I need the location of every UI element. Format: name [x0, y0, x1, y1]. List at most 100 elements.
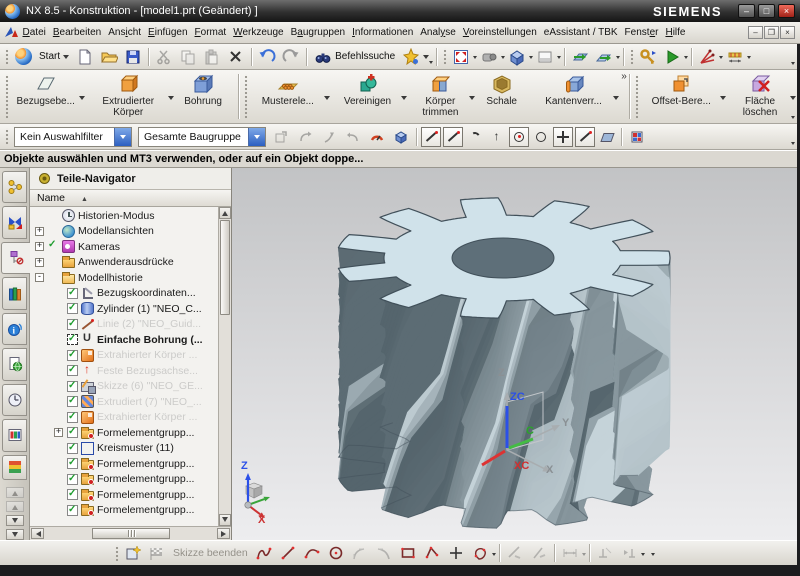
datum-plane-button[interactable]: Bezugsebe... — [11, 70, 87, 123]
dimension-dropdown-icon[interactable] — [582, 553, 586, 558]
scroll-up-button[interactable] — [6, 501, 24, 512]
chevron-down-icon[interactable] — [401, 96, 407, 103]
unite-button[interactable]: Vereinigen — [332, 70, 410, 123]
toolbar-more-icon[interactable] — [429, 61, 433, 66]
finish-flag-icon[interactable] — [146, 542, 168, 564]
selection-filter-combo[interactable]: Kein Auswahlfilter — [14, 127, 132, 147]
cut-button[interactable] — [153, 46, 175, 68]
toolbar-grip[interactable] — [4, 48, 9, 65]
history-tab[interactable] — [2, 384, 27, 416]
feature-checkbox[interactable] — [67, 365, 78, 376]
roles-tab[interactable] — [2, 455, 27, 481]
tree-row[interactable]: Kameras — [30, 239, 218, 255]
orient-dropdown-icon[interactable] — [501, 56, 505, 61]
tree-row[interactable]: Formelementgrupp... — [30, 472, 218, 488]
chevron-down-icon[interactable] — [613, 96, 619, 103]
undo-button[interactable] — [256, 46, 278, 68]
quick-trim-button[interactable] — [504, 542, 526, 564]
menu-datei[interactable]: Datei — [19, 24, 49, 41]
background-dropdown-icon[interactable] — [557, 56, 561, 61]
constraint-navigator-tab[interactable] — [2, 206, 27, 238]
menu-baugruppen[interactable]: Baugruppen — [287, 24, 349, 41]
vertical-scrollbar[interactable] — [218, 207, 231, 526]
start-menu-button[interactable]: Start — [36, 46, 72, 68]
menu-bearbeiten[interactable]: Bearbeiten — [49, 24, 104, 41]
feature-checkbox[interactable] — [67, 288, 78, 299]
expand-toggle-icon[interactable] — [35, 273, 44, 282]
tree-row[interactable]: Formelementgrupp... — [30, 503, 218, 519]
auto-constraints-button[interactable] — [618, 542, 640, 564]
geometric-constraints-button[interactable] — [594, 542, 616, 564]
graphics-viewport[interactable]: Z ZC Y C X XC Z X — [232, 168, 800, 540]
arc-button[interactable] — [301, 542, 323, 564]
quick-extend-button[interactable] — [528, 542, 550, 564]
menu-analyse[interactable]: Analyse — [417, 24, 460, 41]
menu-format[interactable]: Format — [191, 24, 230, 41]
toolbar-overflow-icon[interactable] — [791, 116, 795, 121]
constraints-dropdown-icon[interactable] — [641, 553, 645, 558]
solid-body-button[interactable] — [390, 126, 412, 148]
edge-blend-button[interactable]: Kantenverr... — [532, 70, 621, 123]
spline-dropdown-icon[interactable] — [492, 553, 496, 558]
tree-row[interactable]: Formelementgrupp... — [30, 456, 218, 472]
tree-row[interactable]: Anwenderausdrücke — [30, 255, 218, 271]
studio-spline-button[interactable] — [469, 542, 491, 564]
tree-row[interactable]: Linie (2) "NEO_Guid... — [30, 317, 218, 333]
dimension-dropdown-icon[interactable] — [747, 56, 751, 61]
profile-button[interactable] — [253, 542, 275, 564]
menu-fenster[interactable]: Fenster — [621, 24, 662, 41]
scrollbar-thumb[interactable] — [220, 220, 230, 315]
feature-checkbox[interactable] — [67, 319, 78, 330]
constraints-button[interactable] — [696, 46, 718, 68]
tree-row[interactable]: Formelementgrupp... — [30, 487, 218, 503]
select-parent-button[interactable] — [318, 126, 340, 148]
combo-dropdown-icon[interactable] — [248, 128, 265, 146]
snap-quadrant[interactable] — [531, 127, 551, 147]
tree-row[interactable]: Extrahierter Körper ... — [30, 348, 218, 364]
mdi-restore-button[interactable]: ❐ — [764, 26, 779, 39]
tree-row[interactable]: Extrahierter Körper ... — [30, 410, 218, 426]
feature-checkbox[interactable] — [67, 303, 78, 314]
gear-model[interactable] — [232, 168, 800, 540]
menu-werkzeuge[interactable]: Werkzeuge — [230, 24, 287, 41]
toolbar-overflow-chevron-icon[interactable] — [621, 71, 627, 82]
mdi-minimize-button[interactable]: – — [748, 26, 763, 39]
horizontal-scrollbar[interactable] — [30, 526, 231, 540]
toolbar-overflow-icon[interactable] — [651, 553, 655, 558]
scroll-right-icon[interactable] — [217, 528, 230, 539]
pattern-feature-button[interactable]: Musterele... — [250, 70, 332, 123]
constraints-dropdown-icon[interactable] — [719, 56, 723, 61]
chamfer-button[interactable] — [373, 542, 395, 564]
maximize-button[interactable]: □ — [758, 4, 775, 18]
playback-button[interactable] — [661, 46, 683, 68]
paste-button[interactable] — [201, 46, 223, 68]
tree-row[interactable]: Modellansichten — [30, 224, 218, 240]
close-button[interactable]: × — [778, 4, 795, 18]
expand-toggle-icon[interactable] — [35, 227, 44, 236]
finish-sketch-label[interactable]: Skizze beenden — [173, 547, 248, 559]
feature-checkbox[interactable] — [67, 489, 78, 500]
delete-button[interactable] — [225, 46, 247, 68]
minimize-button[interactable]: – — [738, 4, 755, 18]
toolbar-grip[interactable] — [4, 74, 9, 119]
toolbar-grip[interactable] — [114, 545, 119, 561]
sketch-task-button[interactable] — [122, 542, 144, 564]
tree-row[interactable]: Extrudiert (7) "NEO_... — [30, 394, 218, 410]
circle-button[interactable] — [325, 542, 347, 564]
chevron-down-icon[interactable] — [720, 96, 726, 103]
playback-dropdown-icon[interactable] — [684, 56, 688, 61]
point-button[interactable] — [445, 542, 467, 564]
background-button[interactable] — [534, 46, 556, 68]
deselect-button[interactable] — [342, 126, 364, 148]
feature-checkbox[interactable] — [67, 443, 78, 454]
performance-gauge-button[interactable] — [366, 126, 388, 148]
chevron-down-icon[interactable] — [790, 96, 796, 103]
new-file-button[interactable] — [74, 46, 96, 68]
feature-checkbox[interactable] — [67, 505, 78, 516]
feature-checkbox[interactable] — [67, 396, 78, 407]
save-button[interactable] — [122, 46, 144, 68]
snap-intersection[interactable] — [487, 127, 507, 147]
scrollbar-thumb[interactable] — [92, 528, 170, 539]
menu-eassistant[interactable]: eAssistant / TBK — [540, 24, 621, 41]
feature-checkbox[interactable] — [67, 427, 78, 438]
